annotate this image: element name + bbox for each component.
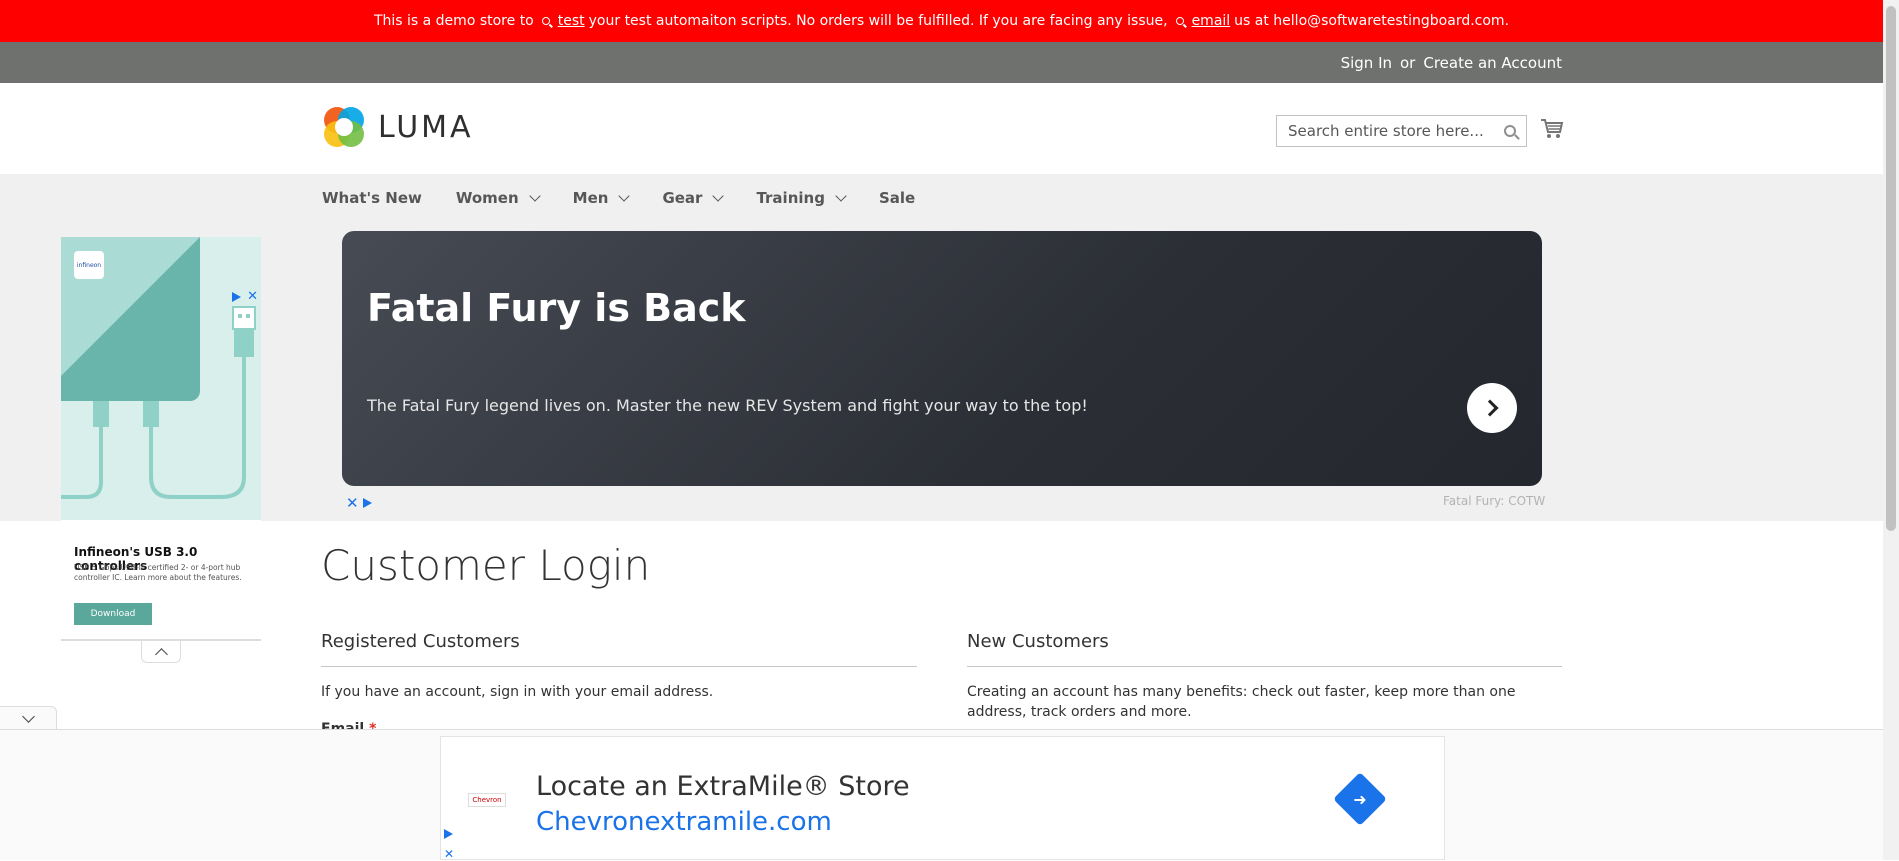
page-title: Customer Login — [321, 541, 651, 590]
ad-choices-icon[interactable] — [362, 498, 372, 508]
ad-choices-icon[interactable] — [444, 829, 453, 839]
divider — [967, 666, 1562, 667]
ad-choices-icon[interactable] — [232, 291, 242, 302]
chevron-down-icon — [528, 189, 541, 202]
chevron-down-icon — [21, 709, 35, 723]
ad-choices[interactable]: ✕ — [232, 289, 258, 304]
header-content: LUMA — [0, 83, 1883, 174]
download-button[interactable]: Download — [74, 603, 152, 625]
email-link[interactable]: email — [1192, 13, 1231, 29]
close-icon[interactable]: ✕ — [247, 289, 258, 304]
scrollbar[interactable] — [1883, 0, 1899, 860]
nav-item-sale[interactable]: Sale — [879, 189, 915, 207]
sign-in-link[interactable]: Sign In — [1341, 54, 1392, 72]
registered-customers-text: If you have an account, sign in with you… — [321, 684, 714, 700]
nav-item-label: Sale — [878, 189, 916, 207]
test-link[interactable]: test — [558, 13, 585, 29]
hero-ad-title: Fatal Fury is Back — [367, 286, 746, 330]
nav-item-label: Gear — [662, 189, 703, 207]
search-input[interactable] — [1286, 121, 1486, 141]
demo-notice-text: your test automaiton scripts. No orders … — [588, 13, 1168, 29]
nav-item-label: Training — [756, 189, 825, 207]
side-ad-image: infineon ✕ — [61, 237, 261, 520]
nav-item-gear[interactable]: Gear — [662, 189, 725, 207]
nav-item-label: Women — [455, 189, 519, 207]
search-icon — [1175, 17, 1184, 25]
bottom-ad-url[interactable]: Chevronextramile.com — [536, 807, 832, 837]
chevron-down-icon — [712, 189, 725, 202]
search-icon[interactable] — [1504, 125, 1516, 137]
new-customers-text: Creating an account has many benefits: c… — [967, 684, 1516, 720]
luma-logo-icon — [324, 107, 364, 147]
nav-item-training[interactable]: Training — [756, 189, 847, 207]
hero-ad-caption: Fatal Fury: COTW — [1443, 494, 1546, 508]
chevron-right-icon — [1481, 399, 1498, 417]
nav-item-label: Men — [572, 189, 609, 207]
luma-logo[interactable]: LUMA — [322, 105, 474, 149]
hero-ad-body: The Fatal Fury legend lives on. Master t… — [367, 396, 1088, 415]
chevron-down-icon — [835, 189, 847, 202]
hero-ad-banner[interactable]: Fatal Fury is Back The Fatal Fury legend… — [342, 231, 1542, 486]
nav-item-label: What's New — [322, 189, 422, 207]
create-account-link[interactable]: Create an Account — [1423, 54, 1562, 72]
chevron-down-icon — [618, 189, 631, 202]
close-icon[interactable]: ✕ — [346, 494, 359, 512]
nav-item-women[interactable]: Women — [455, 189, 541, 207]
nav-item-whats-new[interactable]: What's New — [322, 189, 422, 207]
demo-notice-banner: This is a demo store to test your test a… — [0, 0, 1883, 42]
bottom-ad-toggle[interactable] — [0, 706, 57, 730]
side-ad[interactable]: infineon ✕ Infineon's USB 3.0 controller… — [61, 237, 261, 642]
demo-notice-text: This is a demo store to — [373, 13, 534, 29]
arrow-right-icon: ➜ — [1353, 790, 1367, 809]
nav-item-men[interactable]: Men — [572, 189, 631, 207]
usb-cable-icon — [61, 306, 256, 499]
infineon-logo: infineon — [74, 251, 104, 279]
search-icon — [541, 17, 550, 25]
header-links: Sign In or Create an Account — [1341, 42, 1562, 83]
search-box — [1276, 115, 1527, 147]
chevron-brand-logo: Chevron — [468, 793, 506, 807]
chevron-up-icon — [154, 647, 168, 661]
scrollbar-thumb[interactable] — [1886, 6, 1896, 531]
ad-choices[interactable]: ✕ — [346, 494, 372, 512]
side-ad-collapse-button[interactable] — [141, 641, 181, 663]
ad-choices[interactable]: ✕ — [444, 829, 454, 861]
nav-menu: What's New Women Men Gear Training Sale — [322, 174, 949, 222]
panel-header: Sign In or Create an Account — [0, 42, 1883, 83]
or-separator: or — [1400, 53, 1416, 72]
divider — [321, 666, 917, 667]
bottom-ad-headline: Locate an ExtraMile® Store — [536, 771, 910, 802]
close-icon[interactable]: ✕ — [444, 847, 454, 861]
demo-notice-text: us at hello@softwaretestingboard.com. — [1234, 13, 1510, 29]
registered-customers-title: Registered Customers — [321, 631, 520, 652]
side-ad-description: USB 5 Gbps USB-IF certified 2- or 4-port… — [74, 563, 242, 582]
new-customers-title: New Customers — [967, 631, 1109, 652]
logo-text: LUMA — [378, 109, 474, 145]
hero-ad-next-button[interactable] — [1467, 383, 1517, 433]
bottom-ad[interactable]: Chevron Locate an ExtraMile® Store Chevr… — [440, 736, 1445, 861]
cart-icon[interactable] — [1540, 118, 1564, 140]
